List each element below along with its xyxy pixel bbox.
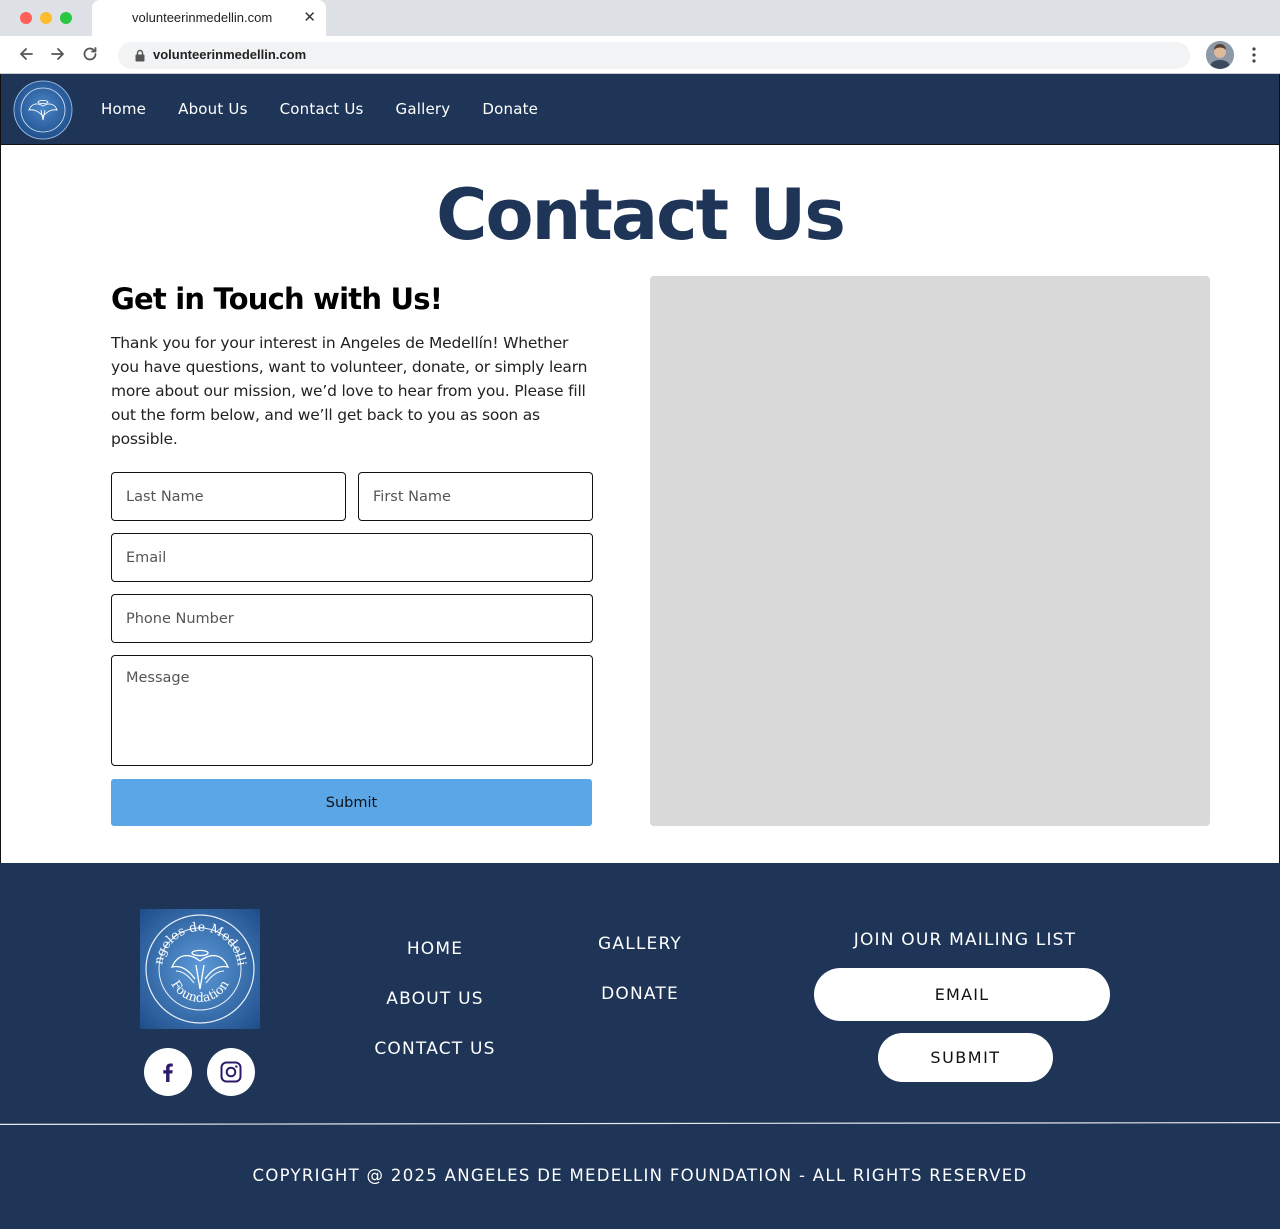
- section-heading: Get in Touch with Us!: [111, 282, 443, 316]
- nav-item-gallery[interactable]: Gallery: [396, 100, 451, 118]
- page-title: Contact Us: [436, 174, 846, 256]
- close-window-button[interactable]: [20, 12, 32, 24]
- browser-toolbar: volunteerinmedellin.com: [0, 36, 1280, 74]
- nav-item-contact-us[interactable]: Contact Us: [280, 100, 364, 118]
- facebook-button[interactable]: [144, 1048, 192, 1096]
- mailing-submit-button[interactable]: SUBMIT: [878, 1033, 1053, 1082]
- website-viewport: Home About Us Contact Us Gallery Donate …: [0, 74, 1280, 1229]
- footer-link-gallery[interactable]: GALLERY: [540, 934, 740, 954]
- browser-tab-strip: volunteerinmedellin.com ✕: [0, 0, 1280, 36]
- instagram-icon: [220, 1061, 242, 1083]
- lock-icon: [135, 49, 145, 62]
- footer-divider: [0, 1122, 1280, 1125]
- mailing-email-input[interactable]: [814, 968, 1110, 1021]
- nav-item-about-us[interactable]: About Us: [178, 100, 248, 118]
- footer-link-contact-us[interactable]: CONTACT US: [335, 1039, 535, 1059]
- first-name-input[interactable]: [358, 472, 593, 521]
- avatar-icon: [1206, 41, 1234, 69]
- email-input[interactable]: [111, 533, 593, 582]
- facebook-icon: [163, 1063, 173, 1082]
- minimize-window-button[interactable]: [40, 12, 52, 24]
- intro-paragraph: Thank you for your interest in Angeles d…: [111, 334, 588, 448]
- footer-link-home[interactable]: HOME: [335, 939, 535, 959]
- tab-close-icon[interactable]: ✕: [303, 8, 316, 26]
- footer-link-donate[interactable]: DONATE: [540, 984, 740, 1004]
- tab-title: volunteerinmedellin.com: [132, 10, 273, 25]
- instagram-button[interactable]: [207, 1048, 255, 1096]
- site-footer: Angeles de Medellin Foundation HOME A: [0, 863, 1280, 1229]
- browser-menu-icon[interactable]: [1244, 45, 1264, 65]
- copyright-text: COPYRIGHT @ 2025 ANGELES DE MEDELLIN FOU…: [252, 1166, 1028, 1185]
- back-arrow-icon[interactable]: [16, 44, 36, 64]
- angel-foundation-logo-icon[interactable]: [13, 80, 73, 140]
- nav-links: Home About Us Contact Us Gallery Donate: [101, 100, 538, 118]
- maximize-window-button[interactable]: [60, 12, 72, 24]
- last-name-input[interactable]: [111, 472, 346, 521]
- footer-link-about-us[interactable]: ABOUT US: [335, 989, 535, 1009]
- message-textarea[interactable]: [111, 655, 593, 766]
- site-navbar: Home About Us Contact Us Gallery Donate: [1, 74, 1279, 145]
- profile-avatar[interactable]: [1206, 41, 1234, 69]
- image-placeholder: [650, 276, 1210, 826]
- forward-arrow-icon[interactable]: [48, 44, 68, 64]
- footer-logo-icon: Angeles de Medellin Foundation: [140, 909, 260, 1029]
- url-text: volunteerinmedellin.com: [153, 47, 307, 62]
- reload-icon[interactable]: [80, 44, 100, 64]
- nav-item-donate[interactable]: Donate: [482, 100, 538, 118]
- submit-button[interactable]: Submit: [111, 779, 592, 826]
- address-bar[interactable]: volunteerinmedellin.com: [118, 42, 1190, 69]
- mailing-list-heading: JOIN OUR MAILING LIST: [853, 930, 1077, 950]
- phone-number-input[interactable]: [111, 594, 593, 643]
- browser-tab[interactable]: volunteerinmedellin.com ✕: [92, 0, 326, 36]
- nav-item-home[interactable]: Home: [101, 100, 146, 118]
